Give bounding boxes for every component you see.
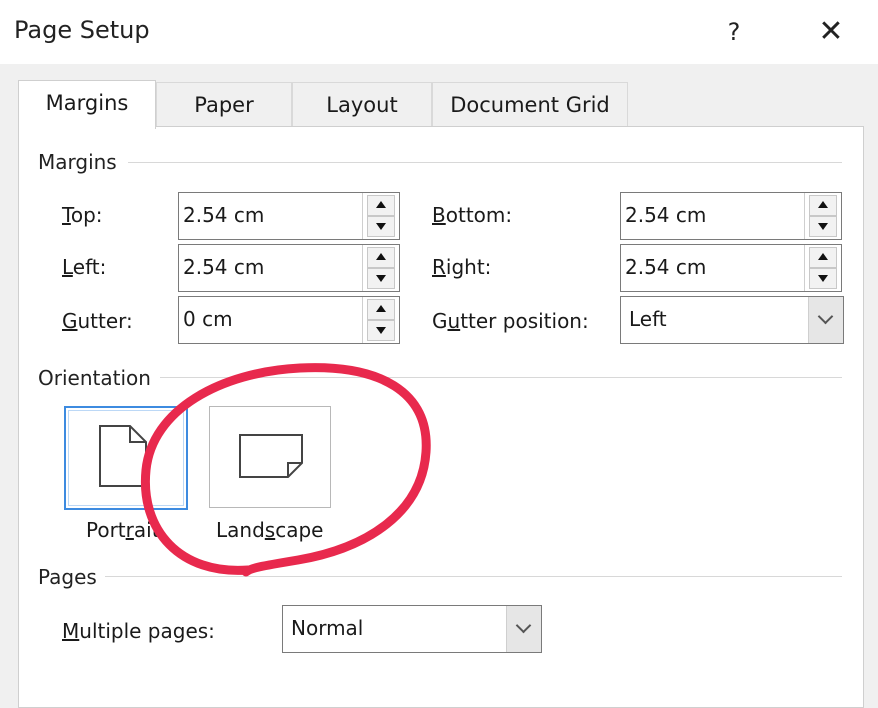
spin-up-icon[interactable] <box>367 247 395 268</box>
spin-up-icon[interactable] <box>367 195 395 216</box>
portrait-label: Portrait <box>86 518 160 542</box>
gutter-spinner[interactable]: 0 cm <box>178 296 400 344</box>
margins-section-label: Margins <box>38 150 125 174</box>
spin-up-icon[interactable] <box>367 299 395 320</box>
tab-label: Paper <box>194 93 254 117</box>
bottom-margin-spinner[interactable]: 2.54 cm <box>620 192 842 240</box>
top-margin-value[interactable]: 2.54 cm <box>183 193 264 237</box>
spin-down-icon[interactable] <box>367 268 395 289</box>
section-divider <box>160 377 842 378</box>
close-icon: ✕ <box>818 14 844 49</box>
pages-section-label: Pages <box>38 565 105 589</box>
landscape-page-icon <box>239 434 303 478</box>
portrait-page-icon <box>99 425 147 487</box>
top-label: Top: <box>62 203 103 227</box>
help-button[interactable]: ? <box>714 12 754 52</box>
bottom-margin-value[interactable]: 2.54 cm <box>625 193 706 237</box>
left-margin-value[interactable]: 2.54 cm <box>183 245 264 289</box>
tab-layout[interactable]: Layout <box>292 82 432 127</box>
tab-label: Margins <box>45 91 129 115</box>
left-margin-spinner[interactable]: 2.54 cm <box>178 244 400 292</box>
tab-margins[interactable]: Margins <box>18 80 156 129</box>
gutter-position-value: Left <box>629 307 667 331</box>
right-label: Right: <box>432 255 492 279</box>
right-margin-value[interactable]: 2.54 cm <box>625 245 706 289</box>
chevron-down-icon <box>817 308 834 325</box>
portrait-button[interactable] <box>64 406 188 510</box>
multiple-pages-label: Multiple pages: <box>62 619 215 643</box>
dropdown-button[interactable] <box>506 606 541 652</box>
gutter-position-label: Gutter position: <box>432 309 589 333</box>
gutter-value[interactable]: 0 cm <box>183 297 233 341</box>
multiple-pages-value: Normal <box>291 616 364 640</box>
left-label: Left: <box>62 255 107 279</box>
chevron-down-icon <box>515 617 532 634</box>
help-icon: ? <box>727 18 741 46</box>
tab-label: Layout <box>326 93 398 117</box>
gutter-label: Gutter: <box>62 309 133 333</box>
tab-paper[interactable]: Paper <box>156 82 292 127</box>
spin-up-icon[interactable] <box>809 247 837 268</box>
tab-label: Document Grid <box>450 93 610 117</box>
landscape-label: Landscape <box>216 518 324 542</box>
tab-document-grid[interactable]: Document Grid <box>432 82 628 127</box>
spin-up-icon[interactable] <box>809 195 837 216</box>
close-button[interactable]: ✕ <box>808 10 854 54</box>
bottom-label: Bottom: <box>432 203 513 227</box>
spin-down-icon[interactable] <box>367 216 395 237</box>
landscape-button[interactable] <box>209 406 331 508</box>
top-margin-spinner[interactable]: 2.54 cm <box>178 192 400 240</box>
orientation-section-label: Orientation <box>38 366 159 390</box>
dialog-title: Page Setup <box>14 16 150 44</box>
title-bar: Page Setup ? ✕ <box>0 0 878 64</box>
spin-down-icon[interactable] <box>367 320 395 341</box>
dropdown-button[interactable] <box>808 297 843 343</box>
right-margin-spinner[interactable]: 2.54 cm <box>620 244 842 292</box>
spin-down-icon[interactable] <box>809 268 837 289</box>
multiple-pages-select[interactable]: Normal <box>282 605 542 653</box>
section-divider <box>104 576 842 577</box>
gutter-position-select[interactable]: Left <box>620 296 844 344</box>
spin-down-icon[interactable] <box>809 216 837 237</box>
section-divider <box>128 162 842 163</box>
